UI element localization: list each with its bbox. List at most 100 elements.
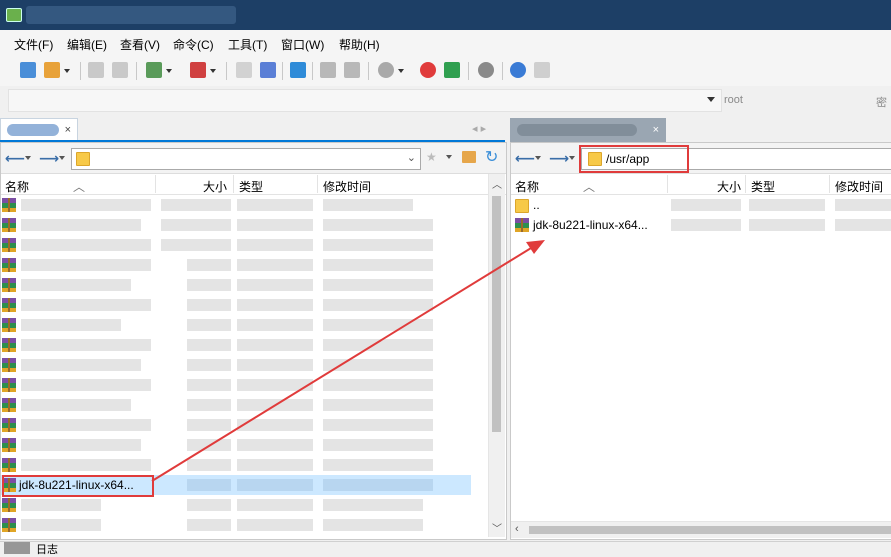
host-input[interactable] xyxy=(8,89,722,112)
status-tab[interactable] xyxy=(4,542,30,554)
scroll-left-icon[interactable]: ‹ xyxy=(515,523,519,535)
disconnect-icon[interactable] xyxy=(88,62,104,78)
chat-icon[interactable] xyxy=(534,62,550,78)
forward-icon[interactable]: ⟶ xyxy=(39,150,59,167)
menu-view[interactable]: 查看(V) xyxy=(120,36,160,53)
archive-icon xyxy=(2,378,16,392)
tab-scroll-icon[interactable]: ◂ ▸ xyxy=(472,122,486,135)
list-item[interactable] xyxy=(1,515,489,535)
column-type[interactable]: 类型 xyxy=(239,178,263,195)
compare-icon[interactable] xyxy=(320,62,336,78)
chevron-down-icon[interactable] xyxy=(25,156,31,163)
list-item[interactable] xyxy=(1,435,489,455)
chevron-down-icon[interactable]: ⌄ xyxy=(407,151,416,164)
menu-file[interactable]: 文件(F) xyxy=(14,36,53,53)
scroll-thumb[interactable] xyxy=(492,196,501,432)
help-icon[interactable] xyxy=(510,62,526,78)
column-name[interactable]: 名称 xyxy=(5,178,29,195)
list-item[interactable] xyxy=(1,255,489,275)
uploaded-file-row[interactable]: jdk-8u221-linux-x64... xyxy=(511,215,891,235)
column-divider[interactable] xyxy=(745,175,746,193)
xshell-icon[interactable] xyxy=(420,62,436,78)
sync-icon[interactable] xyxy=(290,62,306,78)
password-field[interactable]: 密 xyxy=(876,94,887,110)
open-folder-icon[interactable] xyxy=(44,62,70,78)
new-session-icon[interactable] xyxy=(20,62,36,78)
list-item[interactable] xyxy=(1,415,489,435)
refresh-icon[interactable]: ↻ xyxy=(485,147,498,167)
column-divider[interactable] xyxy=(667,175,668,193)
left-file-pane: ⟵ ⟶ ⌄ ★ ↻ 名称 ︿ 大小 类型 修改时间 jdk-8u221-linu… xyxy=(0,142,507,540)
toolbar-separator xyxy=(226,62,227,80)
back-icon[interactable]: ⟵ xyxy=(515,150,535,167)
list-item[interactable] xyxy=(1,495,489,515)
session-bar: root 密 xyxy=(0,86,891,114)
gear-icon[interactable] xyxy=(478,62,494,78)
transfer-settings-icon[interactable] xyxy=(146,62,172,78)
column-type[interactable]: 类型 xyxy=(751,178,775,195)
tab-right-session[interactable]: × xyxy=(510,118,666,143)
right-horizontal-scrollbar[interactable]: ‹ xyxy=(511,521,891,538)
menu-command[interactable]: 命令(C) xyxy=(173,36,214,53)
left-vertical-scrollbar[interactable]: ︿ ﹀ xyxy=(488,174,505,537)
list-item[interactable] xyxy=(1,355,489,375)
copy-icon[interactable] xyxy=(236,62,252,78)
forward-icon[interactable]: ⟶ xyxy=(549,150,569,167)
list-item[interactable] xyxy=(1,295,489,315)
archive-icon xyxy=(2,418,16,432)
column-modified[interactable]: 修改时间 xyxy=(835,178,883,195)
list-item[interactable] xyxy=(1,215,489,235)
parent-dir-row[interactable]: .. xyxy=(511,195,891,215)
right-path-bar: ⟵ ⟶ /usr/app xyxy=(511,143,891,174)
close-icon[interactable]: × xyxy=(653,124,659,136)
chevron-down-icon[interactable] xyxy=(535,156,541,163)
xftp-icon[interactable] xyxy=(444,62,460,78)
chevron-down-icon[interactable] xyxy=(59,156,65,163)
toolbar-separator xyxy=(312,62,313,80)
annotation-box xyxy=(2,475,154,497)
list-item[interactable] xyxy=(1,335,489,355)
reconnect-icon[interactable] xyxy=(112,62,128,78)
scroll-down-icon[interactable]: ﹀ xyxy=(492,520,502,535)
column-divider[interactable] xyxy=(829,175,830,193)
toolbar-separator xyxy=(468,62,469,80)
window-title xyxy=(26,6,236,24)
column-divider[interactable] xyxy=(155,175,156,193)
list-item[interactable] xyxy=(1,455,489,475)
list-item[interactable] xyxy=(1,235,489,255)
star-icon[interactable]: ★ xyxy=(426,150,437,164)
scroll-thumb[interactable] xyxy=(529,526,891,534)
list-item[interactable] xyxy=(1,395,489,415)
column-name[interactable]: 名称 xyxy=(515,178,539,195)
close-icon[interactable]: × xyxy=(65,124,71,136)
home-icon[interactable] xyxy=(462,151,476,163)
log-tab[interactable]: 日志 xyxy=(36,541,58,557)
column-modified[interactable]: 修改时间 xyxy=(323,178,371,195)
toolbar-separator xyxy=(80,62,81,80)
chevron-down-icon[interactable] xyxy=(569,156,575,163)
list-item[interactable] xyxy=(1,195,489,215)
menu-help[interactable]: 帮助(H) xyxy=(339,36,380,53)
menu-edit[interactable]: 编辑(E) xyxy=(67,36,107,53)
status-icon[interactable] xyxy=(378,62,404,78)
terminal-icon[interactable] xyxy=(190,62,216,78)
list-item[interactable] xyxy=(1,315,489,335)
column-divider[interactable] xyxy=(233,175,234,193)
chevron-down-icon[interactable] xyxy=(707,97,715,106)
menu-tools[interactable]: 工具(T) xyxy=(228,36,267,53)
left-path-input[interactable]: ⌄ xyxy=(71,148,421,170)
find-icon[interactable] xyxy=(344,62,360,78)
list-item[interactable] xyxy=(1,375,489,395)
list-item[interactable] xyxy=(1,275,489,295)
menu-window[interactable]: 窗口(W) xyxy=(281,36,324,53)
scroll-up-icon[interactable]: ︿ xyxy=(492,176,502,191)
chevron-down-icon[interactable] xyxy=(446,155,452,162)
back-icon[interactable]: ⟵ xyxy=(5,150,25,167)
left-path-bar: ⟵ ⟶ ⌄ ★ ↻ xyxy=(1,143,506,174)
column-size[interactable]: 大小 xyxy=(717,178,741,195)
tab-label xyxy=(7,124,59,136)
paste-icon[interactable] xyxy=(260,62,276,78)
column-size[interactable]: 大小 xyxy=(203,178,227,195)
column-divider[interactable] xyxy=(317,175,318,193)
username-field[interactable]: root xyxy=(724,94,743,106)
